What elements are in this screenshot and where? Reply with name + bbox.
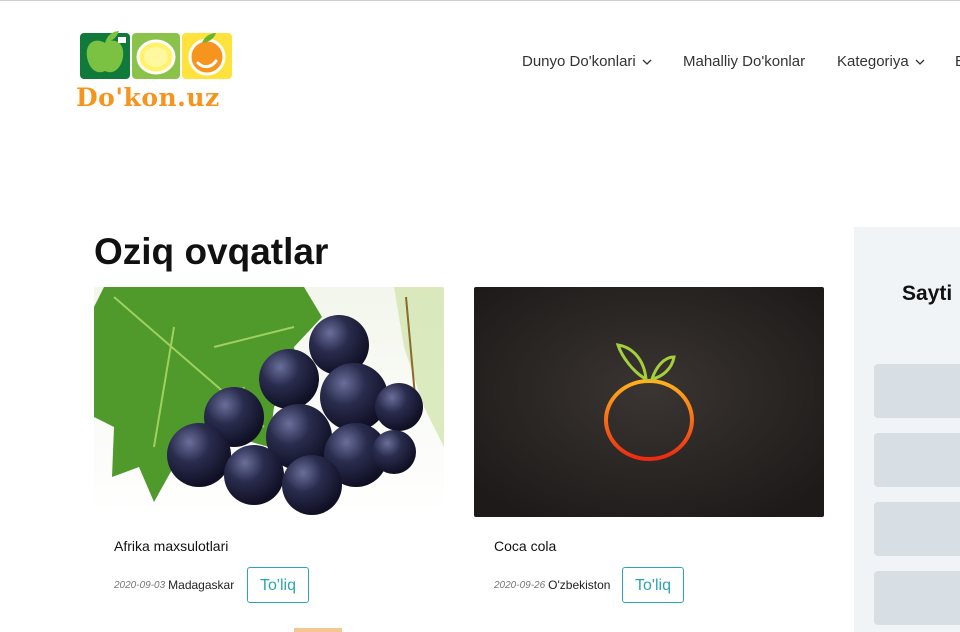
nav-item-mahalliy-dokonlar[interactable]: Mahalliy Do'konlar [683, 53, 805, 70]
card-date: 2020-09-26 [494, 579, 546, 591]
logo-text: Do'kon.uz [76, 83, 220, 112]
sidebar-link-block[interactable] [874, 571, 960, 625]
nav-item-label: Mahalliy Do'konlar [683, 53, 806, 70]
orange-logo-image[interactable] [474, 287, 824, 517]
card-title[interactable]: Afrika maxsulotlari [114, 538, 228, 554]
partial-element [294, 628, 342, 632]
sidebar-title: Sayti [902, 282, 953, 305]
nav-item-label: Dunyo Do'konlari [522, 53, 636, 70]
grapes-image[interactable] [94, 287, 444, 517]
chevron-down-icon [915, 59, 925, 65]
card-title[interactable]: Coca cola [494, 538, 556, 554]
nav-item-truncated[interactable]: B [955, 53, 960, 70]
read-more-button[interactable]: To'liq [247, 567, 309, 603]
product-card: Coca cola 2020-09-26 O'zbekiston To'liq [474, 287, 824, 632]
nav-item-kategoriya[interactable]: Kategoriya [837, 53, 925, 70]
chevron-down-icon [642, 59, 652, 65]
page-title: Oziq ovqatlar [94, 231, 329, 272]
card-meta: 2020-09-03 Madagaskar [114, 578, 234, 592]
fruit-logo-icon [80, 31, 232, 79]
sidebar: Sayti [854, 227, 960, 632]
product-card: Afrika maxsulotlari 2020-09-03 Madagaska… [94, 287, 444, 632]
sidebar-link-block[interactable] [874, 433, 960, 487]
nav-item-dunyo-dokonlari[interactable]: Dunyo Do'konlari [522, 53, 652, 70]
card-origin: O'zbekiston [548, 578, 611, 592]
main-nav: Dunyo Do'konlari Mahalliy Do'konlar Kate… [522, 53, 960, 75]
card-origin: Madagaskar [168, 578, 235, 592]
read-more-button[interactable]: To'liq [622, 567, 684, 603]
card-date: 2020-09-03 [114, 579, 166, 591]
nav-item-label: Kategoriya [837, 53, 909, 70]
site-logo[interactable]: Do'kon.uz [76, 19, 236, 112]
card-meta: 2020-09-26 O'zbekiston [494, 578, 610, 592]
sidebar-link-block[interactable] [874, 364, 960, 418]
sidebar-link-block[interactable] [874, 502, 960, 556]
nav-item-label: B [955, 53, 960, 70]
